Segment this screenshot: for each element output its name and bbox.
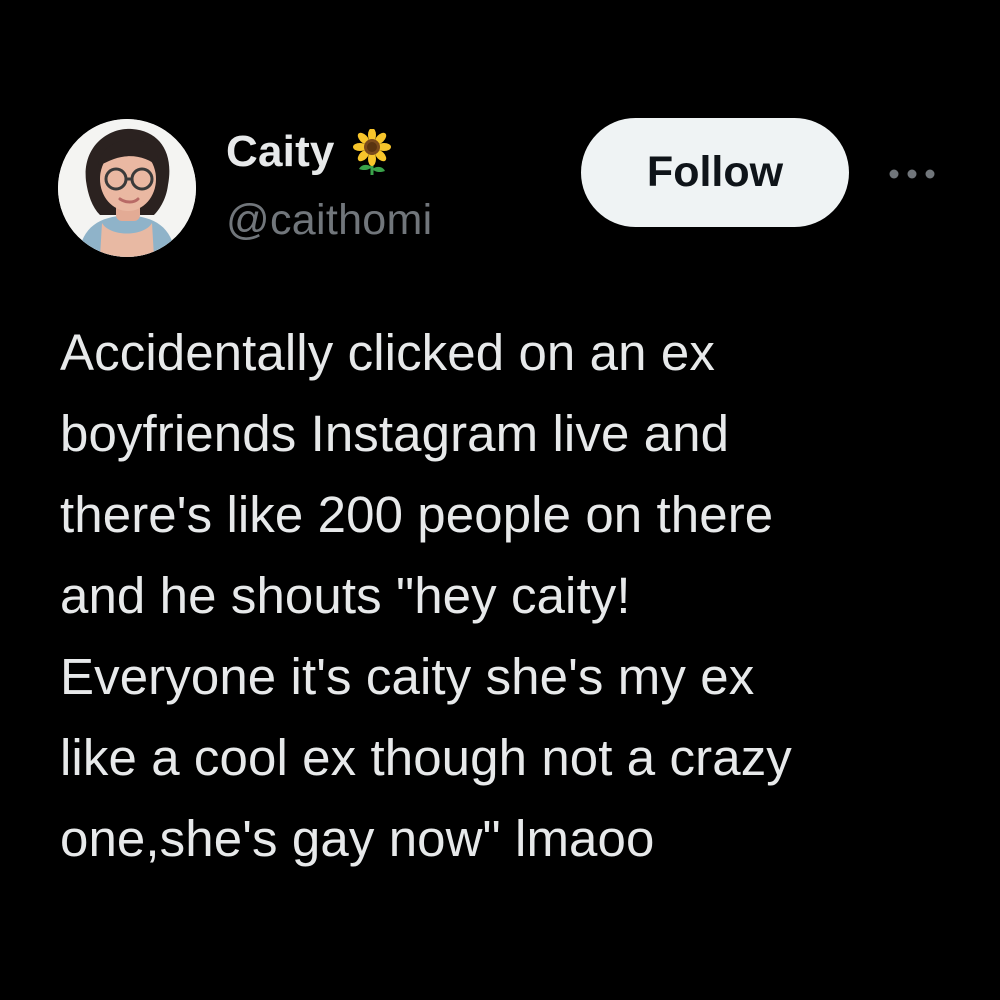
avatar-photo bbox=[58, 119, 196, 257]
more-options-icon bbox=[889, 169, 935, 179]
display-name[interactable]: Caity bbox=[226, 127, 335, 177]
follow-button[interactable]: Follow bbox=[581, 118, 849, 227]
avatar[interactable] bbox=[58, 119, 196, 257]
more-options-button[interactable] bbox=[880, 150, 944, 198]
tweet-text: Accidentally clicked on an ex boyfriends… bbox=[60, 324, 792, 867]
sunflower-icon bbox=[352, 129, 391, 175]
author-handle[interactable]: @caithomi bbox=[226, 196, 432, 245]
tweet-card: Caity @caithomi Follow Accidentally clic… bbox=[0, 0, 1000, 1000]
author-name-row[interactable]: Caity bbox=[226, 124, 395, 180]
